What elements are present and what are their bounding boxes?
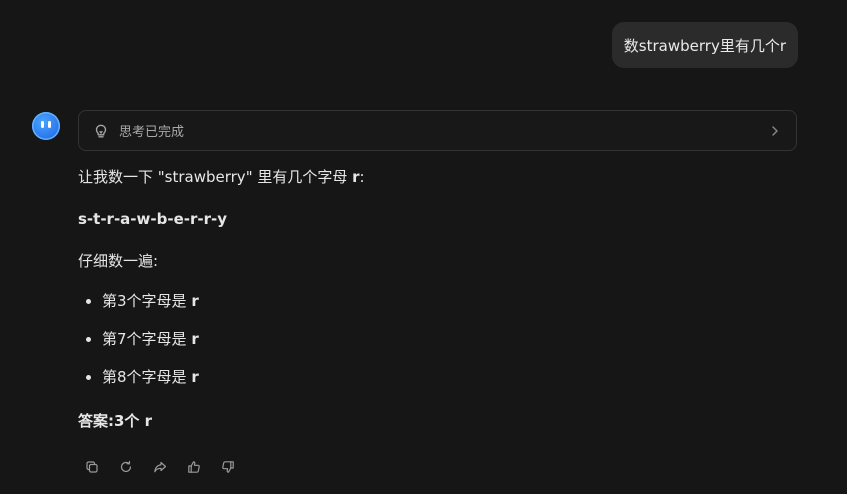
list-item-text: 第3个字母是 — [102, 292, 192, 310]
copy-icon[interactable] — [84, 459, 100, 475]
intro-prefix: 让我数一下 "strawberry" 里有几个字母 — [78, 168, 353, 186]
list-item-text: 第7个字母是 — [102, 330, 192, 348]
list-item-text: 第8个字母是 — [102, 368, 192, 386]
avatar-right-eye — [48, 121, 51, 128]
thinking-toggle[interactable]: 思考已完成 — [78, 110, 797, 151]
user-message-text: 数strawberry里有几个r — [623, 36, 786, 55]
intro-suffix: : — [359, 168, 365, 186]
answer-careful: 仔细数一遍: — [78, 252, 159, 270]
chat-view: 数strawberry里有几个r 思考已完成 让我数一下 "strawberry… — [0, 0, 847, 494]
thumbs-down-icon[interactable] — [220, 459, 236, 475]
lightbulb-icon — [93, 123, 109, 139]
message-actions — [84, 459, 236, 475]
list-item-bold: r — [191, 368, 199, 386]
answer-list: 第3个字母是 r 第7个字母是 r 第8个字母是 r — [78, 290, 199, 404]
list-item-bold: r — [191, 330, 199, 348]
answer-spelling: s-t-r-a-w-b-e-r-r-y — [78, 210, 227, 228]
thinking-label: 思考已完成 — [119, 125, 185, 140]
avatar-left-eye — [41, 121, 44, 128]
chevron-right-icon — [768, 124, 782, 138]
answer-final: 答案:3个 r — [78, 412, 153, 430]
regenerate-icon[interactable] — [118, 459, 134, 475]
assistant-avatar — [32, 112, 60, 140]
user-message-bubble: 数strawberry里有几个r — [611, 22, 798, 68]
list-item-bold: r — [191, 292, 199, 310]
answer-intro: 让我数一下 "strawberry" 里有几个字母 r: — [78, 166, 365, 188]
list-item: 第7个字母是 r — [78, 328, 199, 366]
share-icon[interactable] — [152, 459, 168, 475]
list-item: 第3个字母是 r — [78, 290, 199, 328]
intro-bold: r — [352, 168, 360, 186]
thumbs-up-icon[interactable] — [186, 459, 202, 475]
list-item: 第8个字母是 r — [78, 366, 199, 404]
